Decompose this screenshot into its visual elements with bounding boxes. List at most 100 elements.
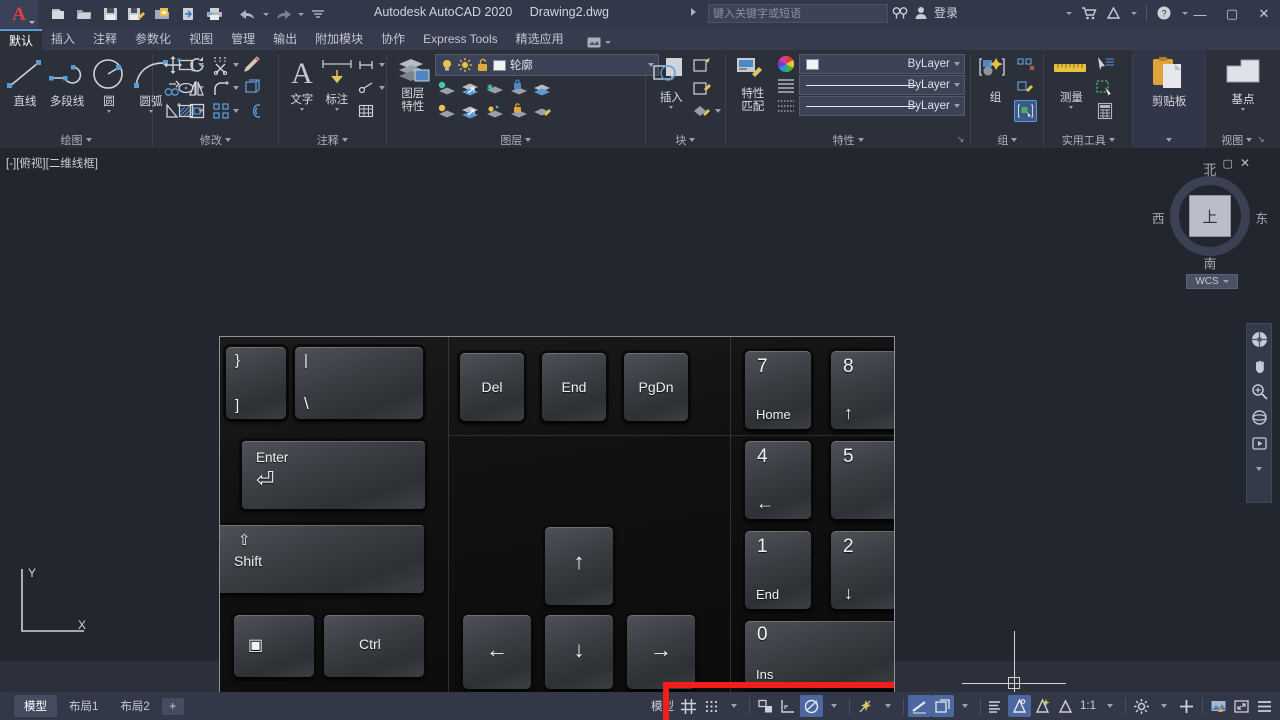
selection-cycling-icon[interactable] bbox=[985, 695, 1008, 717]
new-file-icon[interactable] bbox=[46, 3, 70, 25]
stretch-tool[interactable] bbox=[161, 100, 184, 122]
lineweight-toggle[interactable] bbox=[908, 695, 931, 717]
layer-merge-tool[interactable] bbox=[531, 78, 554, 100]
polyline-tool[interactable]: 多段线 bbox=[46, 54, 88, 109]
clean-screen-toggle[interactable] bbox=[1230, 695, 1253, 717]
layer-isolate-tool[interactable] bbox=[435, 78, 458, 100]
close-button[interactable]: ✕ bbox=[1248, 0, 1280, 28]
group-selection-toggle[interactable] bbox=[1014, 100, 1038, 122]
layer-previous-tool[interactable] bbox=[459, 78, 482, 100]
unlock-icon[interactable] bbox=[476, 58, 489, 72]
chevron-down-icon[interactable] bbox=[107, 110, 111, 113]
layer-lock-tool[interactable] bbox=[507, 78, 530, 100]
chevron-down-icon[interactable] bbox=[1069, 106, 1074, 109]
tab-insert[interactable]: 插入 bbox=[42, 29, 84, 50]
view-cube-west-label[interactable]: 西 bbox=[1152, 208, 1165, 227]
chevron-down-icon[interactable] bbox=[953, 83, 960, 87]
quick-select-tool[interactable] bbox=[1093, 54, 1116, 76]
layer-properties-tool[interactable]: 图层 特性 bbox=[393, 54, 433, 114]
key-fn[interactable]: ▣ bbox=[234, 615, 314, 677]
key-shift[interactable]: ⇧ Shift bbox=[220, 525, 424, 593]
chevron-down-icon[interactable] bbox=[233, 109, 239, 113]
linetype-icon[interactable] bbox=[776, 75, 796, 95]
app-dropdown-icon[interactable] bbox=[1131, 11, 1137, 15]
edit-block-tool[interactable] bbox=[691, 77, 714, 99]
annotation-autoscale-toggle[interactable] bbox=[1031, 695, 1054, 717]
chevron-down-icon[interactable] bbox=[85, 137, 92, 142]
layer-unlock-tool[interactable] bbox=[507, 101, 530, 123]
panel-clipboard-title[interactable] bbox=[1133, 131, 1205, 148]
base-view-tool[interactable]: 基点 bbox=[1217, 54, 1269, 111]
key-num5[interactable]: 5 bbox=[831, 441, 894, 519]
help-icon[interactable]: ? bbox=[1156, 5, 1172, 21]
ribbon-display-options[interactable] bbox=[587, 37, 611, 50]
maximize-button[interactable]: ▢ bbox=[1216, 0, 1248, 28]
panel-modify-title[interactable]: 修改 bbox=[153, 131, 278, 148]
select-all-tool[interactable] bbox=[1093, 77, 1116, 99]
measure-tool[interactable]: 测量 bbox=[1049, 54, 1093, 109]
key-arrow-up[interactable]: ↑ bbox=[545, 527, 613, 605]
panel-dialog-launcher[interactable]: ↘ bbox=[1257, 134, 1265, 145]
view-cube-east-label[interactable]: 东 bbox=[1255, 208, 1268, 227]
user-account-icon[interactable] bbox=[914, 6, 928, 20]
clipboard-tool[interactable]: 剪贴板 bbox=[1141, 54, 1197, 109]
chevron-down-icon[interactable] bbox=[341, 137, 348, 142]
layer-unisolate-tool[interactable] bbox=[483, 101, 506, 123]
tab-layout2[interactable]: 布局2 bbox=[110, 695, 159, 717]
edit-attribute-tool[interactable] bbox=[691, 100, 714, 122]
view-cube[interactable]: 上 北 南 西 东 bbox=[1152, 164, 1268, 271]
chevron-down-icon[interactable] bbox=[224, 137, 231, 142]
key-enter[interactable]: Enter ⏎ bbox=[242, 441, 425, 509]
search-icon[interactable] bbox=[892, 6, 908, 20]
key-num7[interactable]: 7 Home bbox=[745, 351, 811, 429]
key-ctrl[interactable]: Ctrl bbox=[324, 615, 424, 677]
title-expand-icon[interactable] bbox=[691, 8, 696, 16]
key-num2[interactable]: 2 ↓ bbox=[831, 531, 894, 609]
circle-tool[interactable]: 圆 bbox=[88, 54, 130, 113]
redo-dropdown-icon[interactable] bbox=[298, 12, 304, 16]
layer-match-tool[interactable] bbox=[531, 101, 554, 123]
wcs-selector[interactable]: WCS bbox=[1186, 274, 1238, 289]
annotation-scale-value[interactable]: 1:1 bbox=[1077, 695, 1099, 717]
lineweight-selector[interactable]: ByLayer bbox=[798, 96, 965, 116]
line-tool[interactable]: 直线 bbox=[4, 54, 46, 109]
panel-annotation-title[interactable]: 注释 bbox=[279, 131, 386, 148]
lineweight-icon[interactable] bbox=[776, 96, 796, 116]
tab-parametric[interactable]: 参数化 bbox=[126, 29, 180, 50]
panel-layers-title[interactable]: 图层 bbox=[387, 131, 645, 148]
qat-dropdown-icon[interactable] bbox=[306, 3, 330, 25]
layer-selector[interactable]: 轮廓 bbox=[434, 54, 659, 76]
object-color-selector[interactable]: ByLayer bbox=[798, 54, 965, 74]
chevron-down-icon[interactable] bbox=[1241, 108, 1246, 111]
create-block-tool[interactable] bbox=[691, 54, 714, 76]
view-cube-north-label[interactable]: 北 bbox=[1158, 160, 1262, 179]
group-tool[interactable]: 组 bbox=[976, 54, 1014, 105]
mirror-tool[interactable] bbox=[185, 77, 208, 99]
annotation-scale-icon[interactable] bbox=[1054, 695, 1077, 717]
workspace-switching-icon[interactable] bbox=[1130, 695, 1153, 717]
panel-properties-title[interactable]: 特性 ↘ bbox=[726, 131, 971, 148]
key-backslash[interactable]: | \ bbox=[295, 347, 423, 419]
key-arrow-left[interactable]: ← bbox=[463, 615, 531, 689]
leader-tool[interactable] bbox=[355, 77, 378, 99]
publish-icon[interactable] bbox=[176, 3, 200, 25]
workspace-dropdown-icon[interactable] bbox=[1153, 695, 1175, 717]
export-icon[interactable] bbox=[150, 3, 174, 25]
autodesk-app-icon[interactable] bbox=[1106, 6, 1121, 20]
tab-view[interactable]: 视图 bbox=[180, 29, 222, 50]
tab-annotate[interactable]: 注释 bbox=[84, 29, 126, 50]
table-tool[interactable] bbox=[355, 100, 378, 122]
calculator-tool[interactable] bbox=[1093, 100, 1116, 122]
open-file-icon[interactable] bbox=[72, 3, 96, 25]
add-tool-icon[interactable] bbox=[1175, 695, 1198, 717]
key-bracket-close[interactable]: } ] bbox=[226, 347, 286, 419]
chevron-down-icon[interactable] bbox=[378, 63, 385, 67]
key-num1[interactable]: 1 End bbox=[745, 531, 811, 609]
panel-utilities-title[interactable]: 实用工具 bbox=[1044, 131, 1132, 148]
signin-button[interactable]: 登录 bbox=[934, 4, 958, 21]
scale-tool[interactable] bbox=[185, 100, 208, 122]
minimize-button[interactable]: — bbox=[1184, 0, 1216, 28]
search-input[interactable]: 键入关键字或短语 bbox=[708, 4, 888, 23]
chevron-down-icon[interactable] bbox=[1222, 280, 1229, 283]
chevron-down-icon[interactable] bbox=[1011, 137, 1018, 142]
